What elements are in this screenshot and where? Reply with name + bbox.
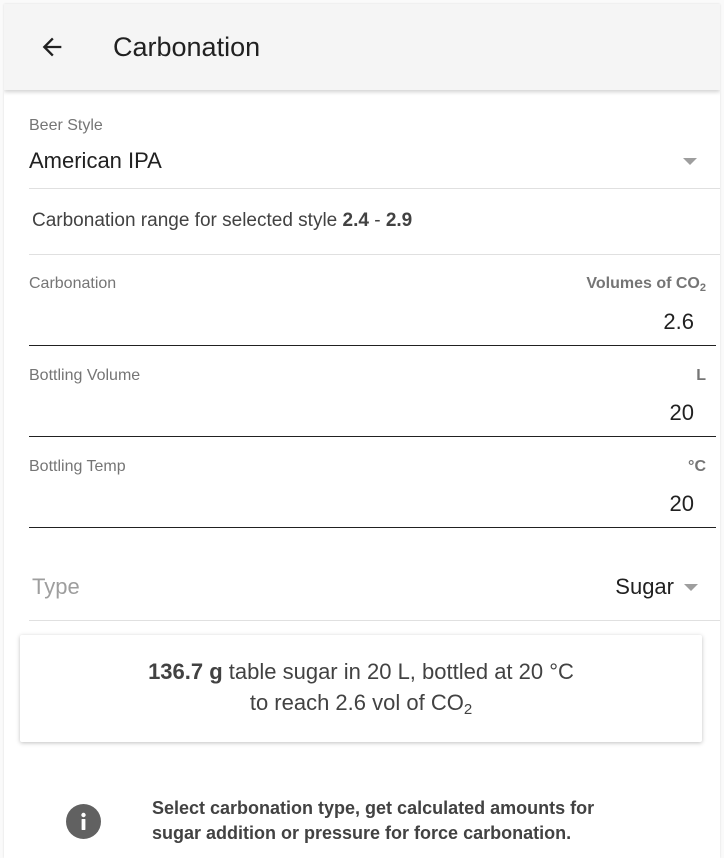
carbonation-underline — [29, 345, 716, 346]
type-select[interactable]: Sugar — [615, 574, 698, 600]
carbonation-range-text: Carbonation range for selected style 2.4… — [32, 210, 413, 231]
beer-style-label: Beer Style — [29, 117, 103, 134]
carbonation-input[interactable]: 2.6 — [663, 309, 694, 335]
beer-style-dropdown-icon[interactable] — [683, 158, 697, 165]
bottling-temp-unit: °C — [688, 458, 706, 475]
range-divider — [29, 254, 720, 255]
carbonation-label: Carbonation — [29, 275, 117, 292]
bottling-temp-label: Bottling Temp — [29, 458, 126, 475]
app-bar: Carbonation — [4, 4, 720, 90]
type-label: Type — [32, 574, 80, 599]
type-dropdown-icon — [684, 583, 698, 591]
bottling-temp-underline — [29, 527, 716, 528]
arrow-left-icon — [42, 37, 62, 57]
info-icon — [66, 804, 101, 839]
type-divider — [29, 620, 720, 621]
beer-style-select[interactable]: American IPA — [29, 148, 162, 174]
result-card: 136.7 g table sugar in 20 L, bottled at … — [20, 635, 702, 742]
page-title: Carbonation — [113, 32, 261, 62]
range-min: 2.4 — [342, 210, 369, 231]
bottling-volume-label: Bottling Volume — [29, 367, 141, 384]
carbonation-unit: Volumes of CO2 — [586, 275, 706, 294]
bottling-volume-underline — [29, 436, 716, 437]
info-hint-text: Select carbonation type, get calculated … — [152, 798, 595, 843]
result-line-1: 136.7 g table sugar in 20 L, bottled at … — [148, 659, 574, 684]
result-line-2: to reach 2.6 vol of CO2 — [249, 690, 473, 718]
back-button[interactable] — [34, 29, 70, 65]
bottling-volume-input[interactable]: 20 — [670, 400, 694, 426]
range-max: 2.9 — [385, 210, 413, 231]
beer-style-underline — [29, 188, 720, 189]
type-value: Sugar — [615, 574, 674, 599]
app-screen: Carbonation Beer Style American IPA Carb… — [4, 4, 720, 858]
bottling-temp-input[interactable]: 20 — [670, 491, 694, 517]
bottling-volume-unit: L — [696, 367, 706, 384]
result-amount: 136.7 g — [148, 659, 223, 684]
